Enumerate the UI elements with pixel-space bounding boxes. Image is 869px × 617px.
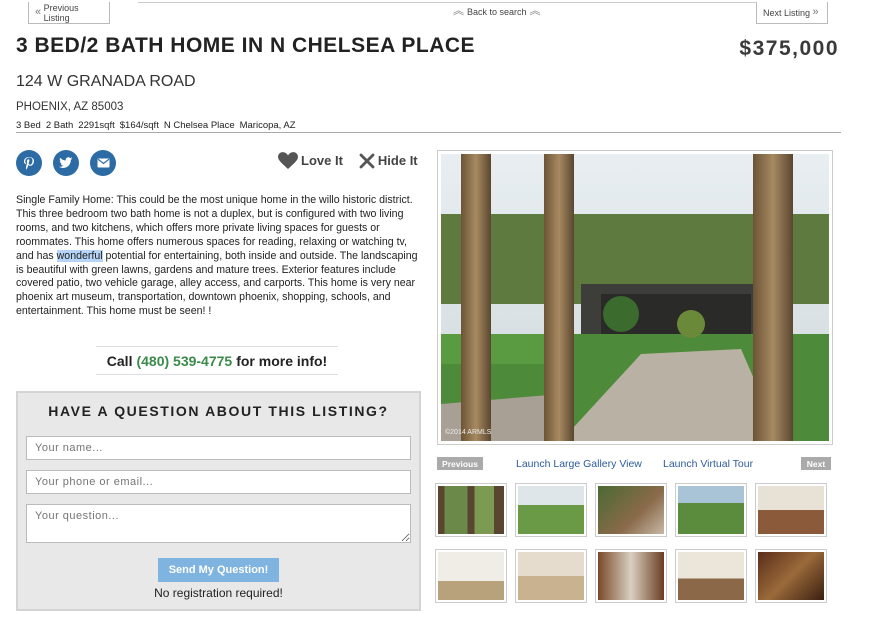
phone-link[interactable]: (480) 539-4775 — [136, 353, 232, 369]
double-chevron-up-icon: ︽ — [529, 5, 541, 17]
twitter-icon[interactable] — [53, 150, 79, 176]
photo-thumbnails — [435, 483, 835, 603]
call-for-info: Call (480) 539-4775 for more info! — [96, 346, 338, 375]
thumbnail-image[interactable] — [515, 483, 587, 537]
back-to-search-link[interactable]: ︽ Back to search ︽ — [453, 6, 541, 17]
form-title: HAVE A QUESTION ABOUT THIS LISTING? — [48, 403, 389, 419]
love-it-label: Love It — [301, 153, 343, 168]
name-input[interactable] — [26, 436, 411, 460]
header-divider — [16, 132, 841, 133]
listing-title: 3 BED/2 BATH HOME IN N CHELSEA PLACE — [16, 34, 476, 57]
fact-sqft: 2291sqft — [78, 120, 115, 131]
heart-icon — [278, 152, 298, 169]
thumbnail-image[interactable] — [675, 549, 747, 603]
house-photo-image: ©2014 ARMLS — [441, 154, 829, 441]
launch-virtual-tour-link[interactable]: Launch Virtual Tour — [663, 458, 753, 470]
send-question-button[interactable]: Send My Question! — [158, 558, 279, 582]
listing-city: PHOENIX, AZ 85003 — [16, 101, 124, 113]
hide-it-button[interactable]: Hide It — [359, 152, 418, 169]
thumbnail-image[interactable] — [435, 483, 507, 537]
listing-actions: Love It Hide It — [278, 152, 418, 169]
thumbnail-image[interactable] — [595, 483, 667, 537]
love-it-button[interactable]: Love It — [278, 152, 343, 169]
call-suffix: for more info! — [236, 352, 328, 369]
top-navigation: « Previous Listing ︽ Back to search ︽ Ne… — [28, 0, 844, 24]
fact-county: Maricopa, AZ — [239, 120, 296, 131]
fact-beds: 3 Bed — [16, 120, 41, 131]
thumbnail-image[interactable] — [755, 549, 827, 603]
gallery-next-button[interactable]: Next — [801, 457, 831, 470]
double-chevron-right-icon: » — [812, 6, 819, 18]
fact-baths: 2 Bath — [45, 120, 74, 131]
double-chevron-left-icon: « — [35, 6, 42, 18]
next-listing-label: Next Listing — [763, 7, 811, 18]
no-registration-note: No registration required! — [154, 586, 283, 600]
gallery-navigation: Previous Launch Large Gallery View Launc… — [437, 457, 833, 471]
listing-facts: 3 Bed 2 Bath 2291sqft $164/sqft N Chelse… — [16, 120, 296, 131]
photo-watermark: ©2014 ARMLS — [445, 428, 492, 436]
listing-address: 124 W GRANADA ROAD — [16, 73, 196, 90]
previous-listing-button[interactable]: « Previous Listing — [28, 2, 110, 24]
fact-subdivision: N Chelsea Place — [163, 120, 235, 131]
pinterest-icon[interactable] — [16, 150, 42, 176]
thumbnail-image[interactable] — [435, 549, 507, 603]
fact-price-per-sqft: $164/sqft — [119, 120, 159, 131]
phone-email-input[interactable] — [26, 470, 411, 494]
hide-it-label: Hide It — [377, 153, 418, 168]
next-listing-button[interactable]: Next Listing » — [756, 2, 828, 24]
question-textarea[interactable] — [26, 504, 411, 543]
share-buttons — [16, 150, 116, 176]
listing-description: Single Family Home: This could be the mo… — [16, 194, 421, 319]
thumbnail-image[interactable] — [755, 483, 827, 537]
top-divider — [138, 2, 788, 3]
thumbnail-image[interactable] — [675, 483, 747, 537]
description-highlight: wonderful — [56, 249, 103, 262]
thumbnail-image[interactable] — [515, 549, 587, 603]
email-icon[interactable] — [90, 150, 116, 176]
launch-large-gallery-link[interactable]: Launch Large Gallery View — [516, 458, 642, 470]
gallery-previous-button[interactable]: Previous — [437, 457, 483, 470]
listing-price: $375,000 — [739, 37, 839, 60]
question-form: HAVE A QUESTION ABOUT THIS LISTING? Send… — [16, 391, 421, 611]
call-prefix: Call — [106, 352, 133, 369]
main-photo[interactable]: ©2014 ARMLS — [437, 150, 833, 445]
thumbnail-image[interactable] — [595, 549, 667, 603]
close-icon — [359, 153, 375, 168]
back-to-search-label: Back to search — [467, 6, 527, 17]
double-chevron-up-icon: ︽ — [453, 5, 464, 17]
previous-listing-label: Previous Listing — [43, 2, 79, 23]
